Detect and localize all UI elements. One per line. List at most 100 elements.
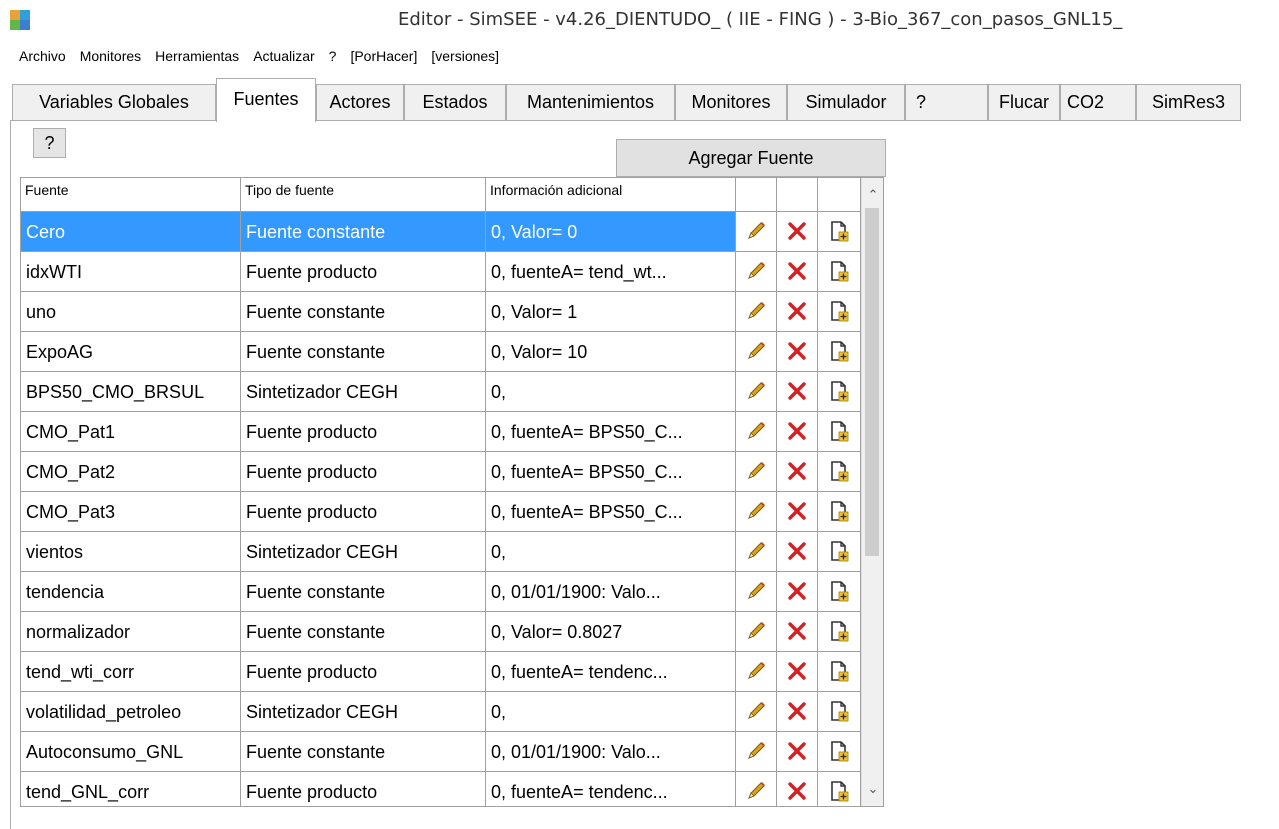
- cell-fuente[interactable]: ExpoAG: [21, 332, 241, 372]
- delete-button[interactable]: [777, 412, 818, 452]
- column-header-info[interactable]: Información adicional: [486, 178, 736, 212]
- edit-button[interactable]: [736, 732, 777, 772]
- add-source-button[interactable]: Agregar Fuente: [616, 139, 886, 177]
- tab-help[interactable]: ?: [905, 84, 988, 120]
- tab-estados[interactable]: Estados: [404, 84, 506, 120]
- cell-info[interactable]: 0, fuenteA= tend_wt...: [486, 252, 736, 292]
- column-header-tipo[interactable]: Tipo de fuente: [241, 178, 486, 212]
- cell-info[interactable]: 0, Valor= 0.8027: [486, 612, 736, 652]
- table-row[interactable]: tend_wti_corr Fuente producto 0, fuenteA= …: [21, 652, 861, 692]
- delete-button[interactable]: [777, 572, 818, 612]
- cell-info[interactable]: 0, fuenteA= tendenc...: [486, 772, 736, 806]
- clone-button[interactable]: [818, 612, 861, 652]
- menu-herramientas[interactable]: Herramientas: [148, 48, 246, 64]
- clone-button[interactable]: [818, 692, 861, 732]
- edit-button[interactable]: [736, 412, 777, 452]
- delete-button[interactable]: [777, 692, 818, 732]
- menu-porhacer[interactable]: [PorHacer]: [343, 48, 424, 64]
- tab-co2[interactable]: CO2: [1060, 84, 1136, 120]
- scroll-down-icon[interactable]: ⌄: [862, 778, 883, 800]
- cell-tipo[interactable]: Fuente producto: [241, 412, 486, 452]
- cell-fuente[interactable]: tendencia: [21, 572, 241, 612]
- clone-button[interactable]: [818, 652, 861, 692]
- table-row[interactable]: idxWTI Fuente producto 0, fuenteA= tend_wt…: [21, 252, 861, 292]
- table-row[interactable]: Cero Fuente constante 0, Valor= 0: [21, 212, 861, 252]
- cell-tipo[interactable]: Sintetizador CEGH: [241, 372, 486, 412]
- cell-info[interactable]: 0, fuenteA= tendenc...: [486, 652, 736, 692]
- edit-button[interactable]: [736, 532, 777, 572]
- edit-button[interactable]: [736, 332, 777, 372]
- clone-button[interactable]: [818, 292, 861, 332]
- clone-button[interactable]: [818, 212, 861, 252]
- cell-tipo[interactable]: Fuente constante: [241, 332, 486, 372]
- delete-button[interactable]: [777, 772, 818, 806]
- menu-archivo[interactable]: Archivo: [0, 48, 73, 64]
- cell-fuente[interactable]: BPS50_CMO_BRSUL: [21, 372, 241, 412]
- tab-flucar[interactable]: Flucar: [988, 84, 1060, 120]
- cell-info[interactable]: 0,: [486, 692, 736, 732]
- cell-fuente[interactable]: CMO_Pat3: [21, 492, 241, 532]
- table-row[interactable]: volatilidad_petroleo Sintetizador CEGH 0,: [21, 692, 861, 732]
- table-row[interactable]: CMO_Pat3 Fuente producto 0, fuenteA= BPS50…: [21, 492, 861, 532]
- cell-info[interactable]: 0, fuenteA= BPS50_C...: [486, 492, 736, 532]
- tab-monitores[interactable]: Monitores: [675, 84, 787, 120]
- delete-button[interactable]: [777, 612, 818, 652]
- cell-fuente[interactable]: CMO_Pat2: [21, 452, 241, 492]
- clone-button[interactable]: [818, 412, 861, 452]
- table-row[interactable]: Autoconsumo_GNL Fuente constante 0, 01/01/…: [21, 732, 861, 772]
- cell-tipo[interactable]: Fuente producto: [241, 252, 486, 292]
- vertical-scrollbar[interactable]: ⌃ ⌄: [861, 178, 883, 806]
- table-row[interactable]: BPS50_CMO_BRSUL Sintetizador CEGH 0,: [21, 372, 861, 412]
- clone-button[interactable]: [818, 332, 861, 372]
- cell-tipo[interactable]: Fuente constante: [241, 572, 486, 612]
- delete-button[interactable]: [777, 492, 818, 532]
- scroll-thumb[interactable]: [865, 208, 879, 556]
- delete-button[interactable]: [777, 252, 818, 292]
- edit-button[interactable]: [736, 252, 777, 292]
- cell-tipo[interactable]: Sintetizador CEGH: [241, 532, 486, 572]
- cell-tipo[interactable]: Fuente constante: [241, 732, 486, 772]
- edit-button[interactable]: [736, 492, 777, 532]
- scroll-up-icon[interactable]: ⌃: [862, 184, 883, 206]
- edit-button[interactable]: [736, 692, 777, 732]
- cell-info[interactable]: 0, Valor= 0: [486, 212, 736, 252]
- cell-tipo[interactable]: Fuente producto: [241, 452, 486, 492]
- edit-button[interactable]: [736, 292, 777, 332]
- tab-mantenimientos[interactable]: Mantenimientos: [506, 84, 675, 120]
- cell-info[interactable]: 0, fuenteA= BPS50_C...: [486, 412, 736, 452]
- cell-info[interactable]: 0, Valor= 10: [486, 332, 736, 372]
- cell-info[interactable]: 0,: [486, 532, 736, 572]
- cell-tipo[interactable]: Fuente constante: [241, 612, 486, 652]
- delete-button[interactable]: [777, 732, 818, 772]
- edit-button[interactable]: [736, 572, 777, 612]
- cell-tipo[interactable]: Fuente producto: [241, 652, 486, 692]
- cell-info[interactable]: 0, fuenteA= BPS50_C...: [486, 452, 736, 492]
- cell-fuente[interactable]: Autoconsumo_GNL: [21, 732, 241, 772]
- cell-tipo[interactable]: Fuente producto: [241, 772, 486, 806]
- edit-button[interactable]: [736, 372, 777, 412]
- clone-button[interactable]: [818, 532, 861, 572]
- delete-button[interactable]: [777, 532, 818, 572]
- edit-button[interactable]: [736, 652, 777, 692]
- delete-button[interactable]: [777, 452, 818, 492]
- cell-fuente[interactable]: vientos: [21, 532, 241, 572]
- cell-fuente[interactable]: normalizador: [21, 612, 241, 652]
- table-row[interactable]: normalizador Fuente constante 0, Valor= 0.…: [21, 612, 861, 652]
- table-row[interactable]: CMO_Pat2 Fuente producto 0, fuenteA= BPS50…: [21, 452, 861, 492]
- edit-button[interactable]: [736, 612, 777, 652]
- menu-versiones[interactable]: [versiones]: [424, 48, 506, 64]
- delete-button[interactable]: [777, 212, 818, 252]
- clone-button[interactable]: [818, 772, 861, 806]
- menu-monitores[interactable]: Monitores: [73, 48, 148, 64]
- table-row[interactable]: uno Fuente constante 0, Valor= 1: [21, 292, 861, 332]
- table-row[interactable]: tendencia Fuente constante 0, 01/01/1900: …: [21, 572, 861, 612]
- clone-button[interactable]: [818, 732, 861, 772]
- cell-fuente[interactable]: tend_GNL_corr: [21, 772, 241, 806]
- cell-fuente[interactable]: tend_wti_corr: [21, 652, 241, 692]
- cell-fuente[interactable]: uno: [21, 292, 241, 332]
- edit-button[interactable]: [736, 212, 777, 252]
- menu-actualizar[interactable]: Actualizar: [246, 48, 321, 64]
- tab-fuentes[interactable]: Fuentes: [216, 78, 316, 122]
- tab-variables-globales[interactable]: Variables Globales: [12, 84, 216, 120]
- cell-info[interactable]: 0, 01/01/1900: Valo...: [486, 572, 736, 612]
